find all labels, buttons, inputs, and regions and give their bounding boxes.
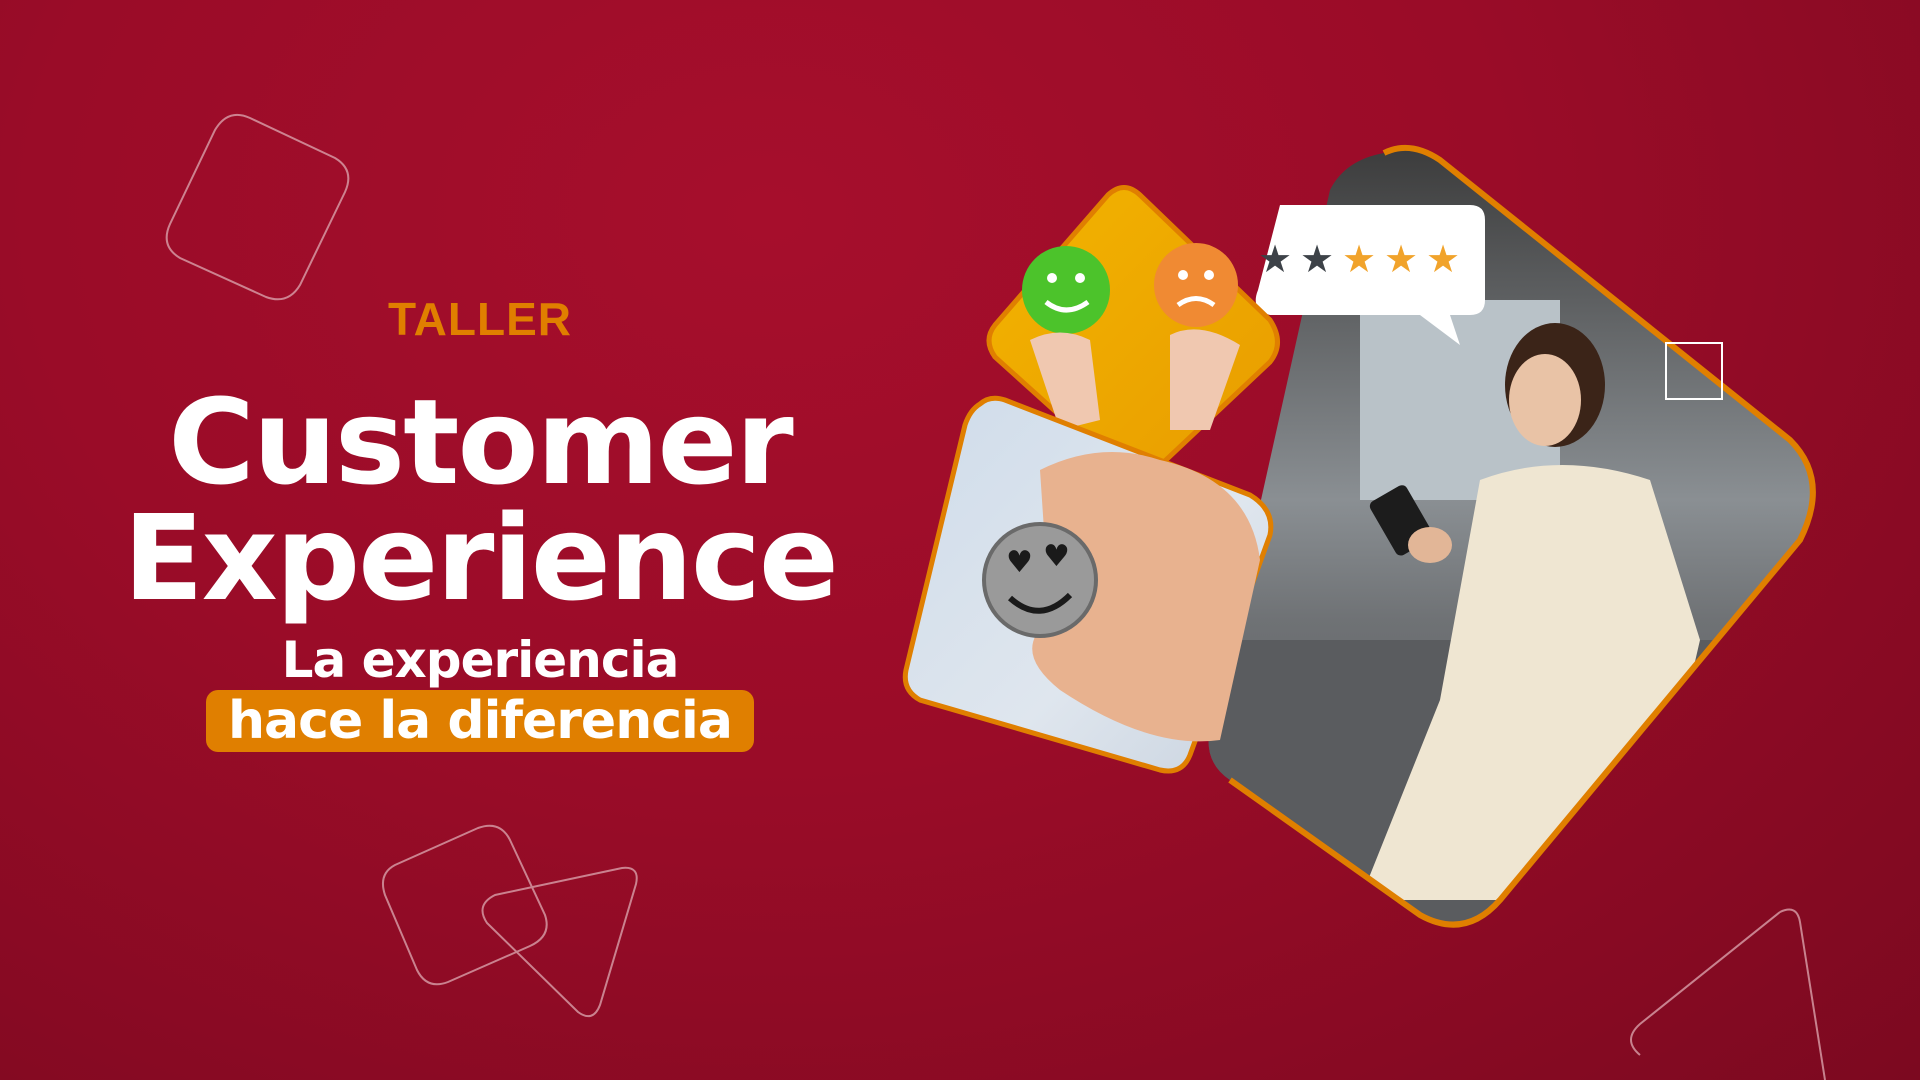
sad-face-icon [1154,243,1238,327]
photo-collage: ★ ★ ★ ★ ★ ♥ ♥ [902,144,1816,928]
svg-text:♥: ♥ [1006,545,1033,580]
svg-text:♥: ♥ [1043,539,1070,574]
heart-eyes-smiley-icon [982,522,1098,638]
hand-smiley-token-photo: ♥ ♥ [902,395,1274,774]
star-rating: ★ ★ ★ ★ ★ [1258,237,1460,281]
star-icon-1: ★ [1258,237,1292,281]
star-icon-3: ★ [1342,237,1376,281]
star-icon-4: ★ [1384,237,1418,281]
happy-face-icon [1022,246,1110,334]
star-icon-2: ★ [1300,237,1334,281]
star-icon-5: ★ [1426,237,1460,281]
